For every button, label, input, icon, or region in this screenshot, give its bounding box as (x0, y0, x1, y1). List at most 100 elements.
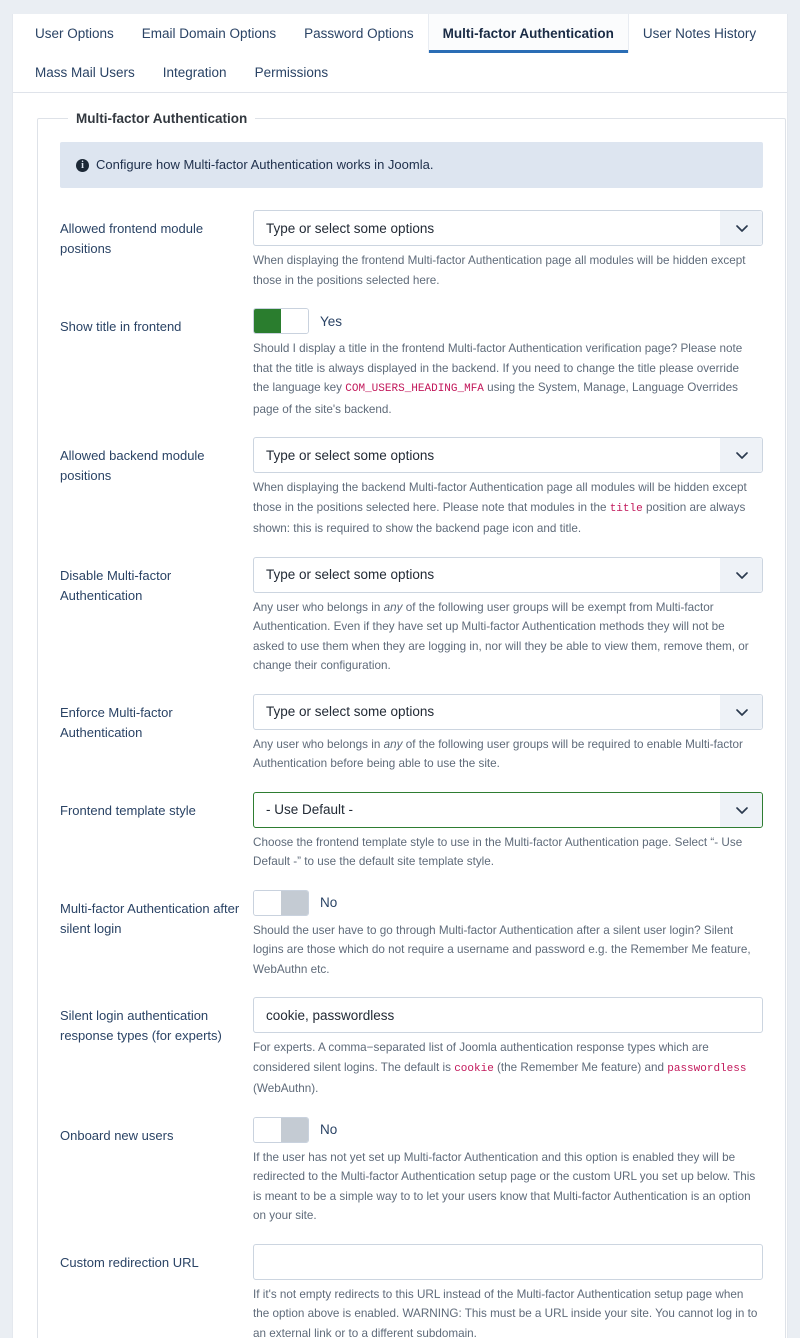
tab-permissions[interactable]: Permissions (241, 53, 343, 92)
label-onboard-new-users: Onboard new users (60, 1127, 174, 1143)
control-allowed-frontend-positions: Type or select some options When display… (253, 210, 763, 290)
help-code-title: title (609, 502, 643, 515)
help-onboard-new-users: If the user has not yet set up Multi-fac… (253, 1150, 756, 1223)
toggle-state-onboard-new-users: No (320, 1122, 338, 1137)
label-allowed-backend-positions: Allowed backend module positions (60, 448, 205, 483)
tab-user-options[interactable]: User Options (21, 14, 128, 53)
tab-user-notes-history[interactable]: User Notes History (629, 14, 770, 53)
label-disable-mfa: Disable Multi-factor Authentication (60, 567, 172, 603)
help-silent-login-response-types: For experts. A comma−separated list of J… (253, 1038, 758, 1099)
chevron-down-icon[interactable] (720, 694, 762, 729)
tab-password-options[interactable]: Password Options (290, 14, 428, 53)
help-allowed-frontend-positions: When displaying the frontend Multi-facto… (253, 254, 746, 287)
control-enforce-mfa: Type or select some options Any user who… (253, 693, 763, 774)
toggle-half-on (254, 309, 281, 333)
help-show-title-frontend: Should I display a title in the frontend… (253, 339, 758, 419)
fieldset-legend: Multi-factor Authentication (76, 111, 248, 126)
toggle-state-show-title-frontend: Yes (320, 313, 343, 329)
tab-email-domain-options[interactable]: Email Domain Options (128, 14, 290, 53)
select-allowed-frontend-positions-value: Type or select some options (266, 220, 435, 236)
field-row-custom-redirection-url: Custom redirection URL If it's not empty… (60, 1243, 763, 1338)
select-allowed-backend-positions[interactable]: Type or select some options (253, 437, 763, 473)
toggle-wrap-mfa-after-silent-login: No (253, 889, 763, 916)
field-row-disable-mfa: Disable Multi-factor Authentication Type… (60, 556, 763, 676)
help-custom-redirection-url: If it's not empty redirects to this URL … (253, 1287, 758, 1338)
toggle-show-title-frontend[interactable] (253, 308, 309, 334)
select-disable-mfa[interactable]: Type or select some options (253, 556, 763, 593)
tab-row-primary: User Options Email Domain Options Passwo… (21, 14, 779, 53)
label-frontend-template-style: Frontend template style (60, 802, 196, 818)
field-row-allowed-backend-positions: Allowed backend module positions Type or… (60, 437, 763, 539)
field-row-frontend-template-style: Frontend template style - Use Default - … (60, 791, 763, 872)
toggle-half-off (281, 890, 308, 915)
toggle-state-mfa-after-silent-login: No (320, 895, 338, 910)
info-icon: i (76, 158, 89, 172)
control-allowed-backend-positions: Type or select some options When display… (253, 437, 763, 539)
label-mfa-after-silent-login: Multi-factor Authentication after silent… (60, 900, 240, 936)
select-frontend-template-style[interactable]: - Use Default - (253, 791, 763, 828)
toggle-wrap-show-title-frontend: Yes (253, 308, 763, 334)
toggle-half-off (281, 309, 308, 333)
help-allowed-backend-positions: When displaying the backend Multi-factor… (253, 478, 758, 539)
chevron-down-icon[interactable] (720, 557, 762, 592)
toggle-mfa-after-silent-login[interactable] (253, 889, 309, 916)
help-code-com-users-heading-mfa: COM_USERS_HEADING_MFA (345, 383, 484, 395)
chevron-down-icon[interactable] (720, 792, 762, 827)
content-shell: User Options Email Domain Options Passwo… (12, 14, 788, 1338)
select-disable-mfa-value: Type or select some options (266, 567, 435, 582)
tab-mass-mail-users[interactable]: Mass Mail Users (21, 53, 149, 92)
field-row-onboard-new-users: Onboard new users No If the user has not… (60, 1116, 763, 1226)
help-emphasis-any: any (383, 600, 403, 614)
help-frontend-template-style: Choose the frontend template style to us… (253, 835, 743, 869)
label-custom-redirection-url: Custom redirection URL (60, 1254, 199, 1270)
control-custom-redirection-url: If it's not empty redirects to this URL … (253, 1243, 763, 1338)
tab-bar: User Options Email Domain Options Passwo… (13, 14, 787, 93)
control-mfa-after-silent-login: No Should the user have to go through Mu… (253, 889, 763, 980)
toggle-wrap-onboard-new-users: No (253, 1116, 763, 1143)
help-code-passwordless: passwordless (667, 1062, 747, 1075)
toggle-half-off (281, 1117, 308, 1142)
help-disable-mfa: Any user who belongs in any of the follo… (253, 598, 758, 676)
help-mfa-after-silent-login: Should the user have to go through Multi… (253, 923, 751, 976)
help-emphasis-any: any (383, 737, 403, 751)
help-part-1: Any user who belongs in (253, 737, 384, 751)
toggle-half-on (254, 890, 281, 915)
tab-row-secondary: Mass Mail Users Integration Permissions (21, 53, 779, 92)
control-show-title-frontend: Yes Should I display a title in the fron… (253, 308, 763, 419)
mfa-settings-fieldset: Multi-factor Authentication i Configure … (37, 111, 786, 1338)
select-frontend-template-style-value: - Use Default - (266, 802, 354, 817)
control-disable-mfa: Type or select some options Any user who… (253, 556, 763, 676)
chevron-down-icon[interactable] (720, 438, 762, 472)
fieldset-wrapper: Multi-factor Authentication i Configure … (13, 93, 787, 1338)
input-custom-redirection-url[interactable] (253, 1243, 763, 1280)
info-alert: i Configure how Multi-factor Authenticat… (60, 142, 763, 188)
help-enforce-mfa: Any user who belongs in any of the follo… (253, 735, 758, 774)
toggle-half-on (254, 1117, 281, 1142)
control-onboard-new-users: No If the user has not yet set up Multi-… (253, 1116, 763, 1226)
select-enforce-mfa[interactable]: Type or select some options (253, 693, 763, 730)
help-part-3: (WebAuthn). (253, 1082, 319, 1095)
field-row-mfa-after-silent-login: Multi-factor Authentication after silent… (60, 889, 763, 980)
page-root: User Options Email Domain Options Passwo… (0, 0, 800, 1338)
info-alert-text: Configure how Multi-factor Authenticatio… (96, 157, 434, 172)
chevron-down-icon[interactable] (720, 211, 762, 245)
toggle-onboard-new-users[interactable] (253, 1116, 309, 1143)
control-frontend-template-style: - Use Default - Choose the frontend temp… (253, 791, 763, 872)
field-row-allowed-frontend-positions: Allowed frontend module positions Type o… (60, 210, 763, 290)
label-silent-login-response-types: Silent login authentication response typ… (60, 1008, 222, 1043)
control-silent-login-response-types: For experts. A comma−separated list of J… (253, 997, 763, 1099)
help-part-1: Any user who belongs in (253, 600, 384, 614)
field-row-show-title-frontend: Show title in frontend Yes Should I disp… (60, 308, 763, 419)
help-code-cookie: cookie (454, 1062, 494, 1075)
select-enforce-mfa-value: Type or select some options (266, 704, 435, 719)
field-row-enforce-mfa: Enforce Multi-factor Authentication Type… (60, 693, 763, 774)
label-show-title-frontend: Show title in frontend (60, 319, 182, 334)
select-allowed-frontend-positions[interactable]: Type or select some options (253, 210, 763, 246)
tab-multi-factor-authentication[interactable]: Multi-factor Authentication (427, 14, 629, 53)
label-enforce-mfa: Enforce Multi-factor Authentication (60, 704, 173, 740)
input-silent-login-response-types[interactable] (253, 997, 763, 1033)
field-row-silent-login-response-types: Silent login authentication response typ… (60, 997, 763, 1099)
label-allowed-frontend-positions: Allowed frontend module positions (60, 221, 204, 256)
help-part-2: (the Remember Me feature) and (493, 1060, 668, 1074)
tab-integration[interactable]: Integration (149, 53, 241, 92)
